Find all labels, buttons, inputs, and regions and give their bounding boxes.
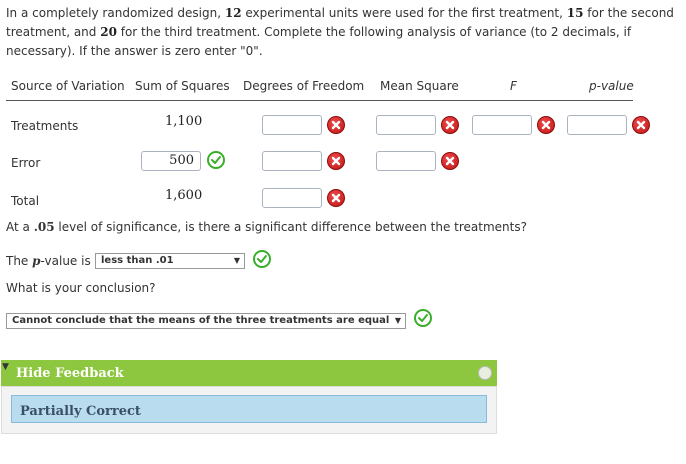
header-pvalue: p-value [589,79,634,93]
incorrect-icon [327,152,345,170]
header-df: Degrees of Freedom [243,79,365,93]
incorrect-icon [441,116,459,134]
hide-feedback-label[interactable]: Hide Feedback [16,366,124,381]
df-error-input[interactable] [262,151,322,171]
f-input[interactable] [472,115,532,135]
dropdown-arrow-icon: ▼ [394,316,401,325]
df-total-input[interactable] [262,188,322,208]
header-divider [6,100,633,101]
ms-error-input[interactable] [376,151,436,171]
incorrect-icon [327,116,345,134]
intro-text: experimental units were used for the fir… [241,6,567,20]
ss-treatments: 1,100 [165,114,203,129]
correct-icon [207,151,225,169]
conclusion-select-value: Cannot conclude that the means of the th… [12,315,390,326]
correct-icon [414,309,432,327]
significance-question: At a .05 level of significance, is there… [6,220,527,234]
question-text: level of significance, is there a signif… [54,220,527,234]
question-intro: In a completely randomized design, 12 ex… [6,4,682,61]
header-f: F [510,79,517,93]
pvalue-prefix: The [6,254,33,268]
header-ss: Sum of Squares [135,79,230,93]
ms-treatments-input[interactable] [376,115,436,135]
conclusion-question: What is your conclusion? [6,281,156,295]
pvalue-statement: The p-value is [6,254,91,268]
alpha-value: .05 [33,220,55,234]
incorrect-icon [441,152,459,170]
ss-error-input[interactable]: 500 [141,151,201,171]
question-text: At a [6,220,34,234]
intro-number: 12 [224,6,242,20]
dropdown-arrow-icon: ▼ [233,256,240,265]
ss-total: 1,600 [165,188,203,203]
pvalue-select-value: less than .01 [101,255,174,266]
row-label-total: Total [11,194,40,208]
intro-number: 15 [566,6,584,20]
correct-icon [253,250,271,268]
incorrect-icon [327,189,345,207]
pvalue-input[interactable] [567,115,627,135]
intro-number: 20 [100,25,117,39]
df-treatments-input[interactable] [262,115,322,135]
pvalue-select[interactable]: less than .01 ▼ [95,253,245,269]
incorrect-icon [537,116,555,134]
collapse-triangle-icon: ▼ [2,362,9,372]
conclusion-select[interactable]: Cannot conclude that the means of the th… [6,313,406,329]
p-symbol: p [32,254,41,268]
row-label-treatments: Treatments [11,119,79,133]
header-ms: Mean Square [380,79,459,93]
incorrect-icon [632,116,650,134]
header-source: Source of Variation [11,79,125,93]
intro-text: In a completely randomized design, [6,6,225,20]
row-label-error: Error [11,156,41,170]
pvalue-suffix: -value is [40,254,91,268]
feedback-status: Partially Correct [20,404,141,419]
pencil-icon[interactable] [478,366,492,380]
